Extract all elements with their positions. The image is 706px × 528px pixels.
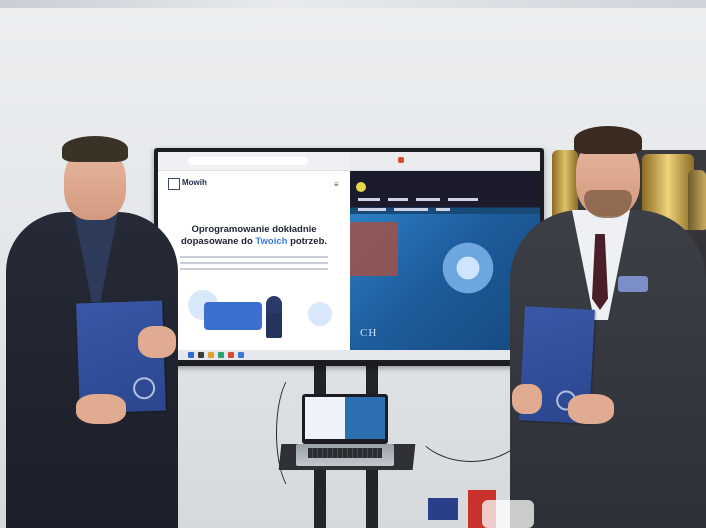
decor-blob xyxy=(308,302,332,326)
laptop-keyboard xyxy=(308,448,382,458)
laptop-screen xyxy=(302,394,388,444)
site-logo-icon xyxy=(168,178,180,190)
ceiling-strip xyxy=(0,0,706,8)
laptop-display xyxy=(305,397,385,439)
hair xyxy=(574,126,642,154)
browser-window-left: Mowih ≡ Oprogramowanie dokładnie dopasow… xyxy=(158,152,350,350)
hair xyxy=(62,136,128,162)
browser-toolbar xyxy=(158,152,350,171)
tv-monitor: Mowih ≡ Oprogramowanie dokładnie dopasow… xyxy=(154,148,544,366)
tv-screen: Mowih ≡ Oprogramowanie dokładnie dopasow… xyxy=(158,152,540,360)
taskbar-icon xyxy=(228,352,234,358)
hero-title-line2: dopasowane do Twoich potrzeb. xyxy=(170,236,338,248)
trophy xyxy=(688,170,706,230)
taskbar-icon xyxy=(238,352,244,358)
plastic-wrap xyxy=(482,500,534,528)
hero-title-accent: Twoich xyxy=(255,236,288,247)
illustration-person xyxy=(266,296,282,338)
site-logo-text: Mowih xyxy=(182,178,207,187)
photo-scene: Mowih ≡ Oprogramowanie dokładnie dopasow… xyxy=(0,0,706,528)
taskbar-icon xyxy=(188,352,194,358)
taskbar-icon xyxy=(208,352,214,358)
tab-favicon xyxy=(398,157,404,163)
site-nav xyxy=(358,206,450,214)
hero-subtitle-lines xyxy=(180,256,328,274)
seal-emblem xyxy=(132,376,156,400)
illustration-card xyxy=(204,302,262,330)
floor-box xyxy=(428,498,458,520)
browser-toolbar xyxy=(350,152,540,171)
taskbar-icon xyxy=(198,352,204,358)
hero-title-line1: Oprogramowanie dokładnie xyxy=(191,224,317,235)
hero-title-post: potrzeb. xyxy=(287,236,328,247)
taskbar-icon xyxy=(218,352,224,358)
menu-icon: ≡ xyxy=(334,180,339,189)
hero-title: Oprogramowanie dokładnie dopasowane do T… xyxy=(170,224,338,248)
hand xyxy=(76,394,126,424)
site-nav xyxy=(358,196,478,204)
pocket-square xyxy=(618,276,648,292)
hand xyxy=(512,384,542,414)
hand xyxy=(568,394,614,424)
hero-title-pre: dopasowane do xyxy=(180,236,256,247)
hand xyxy=(138,326,176,358)
graphic-cluster xyxy=(440,236,496,316)
site-logo-icon xyxy=(356,182,366,192)
os-taskbar xyxy=(158,350,540,360)
address-bar xyxy=(188,157,308,165)
building-image xyxy=(350,222,398,276)
hero-overlay-text: CH xyxy=(360,327,378,339)
